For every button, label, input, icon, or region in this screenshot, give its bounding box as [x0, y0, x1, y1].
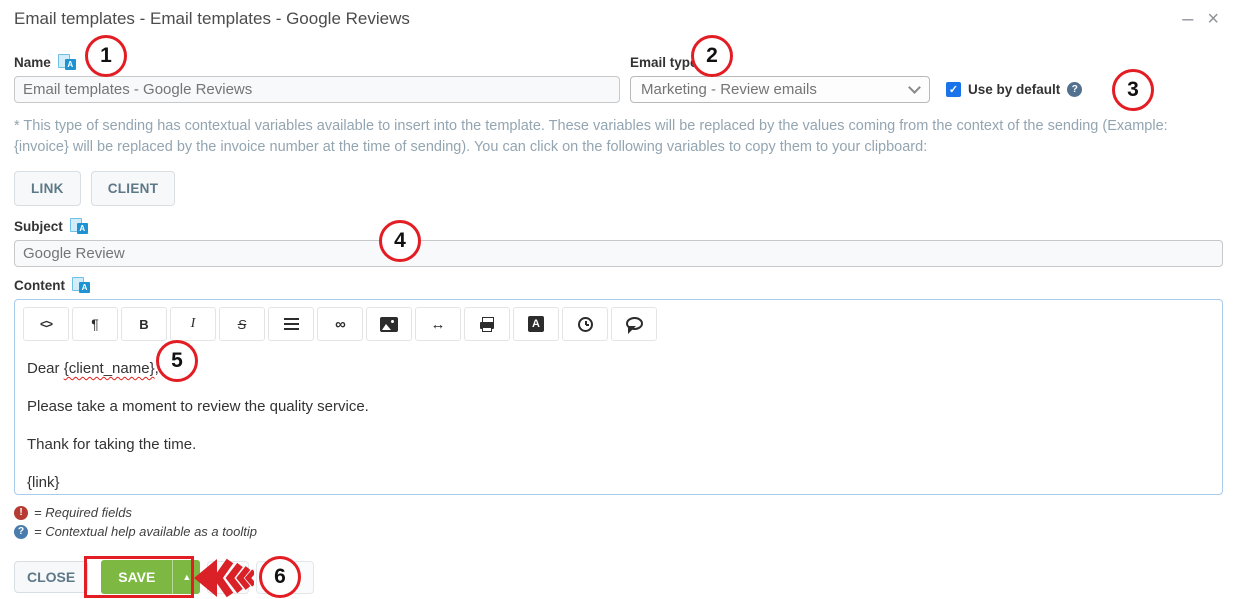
- print-icon: [480, 322, 494, 329]
- annotation-circle-3: 3: [1112, 69, 1154, 111]
- strikethrough-button[interactable]: S: [219, 307, 265, 341]
- email-type-label: Email type: [630, 55, 698, 70]
- content-line: {link}: [27, 473, 1210, 492]
- content-line: Please take a moment to review the quali…: [27, 397, 1210, 416]
- clock-icon: [578, 317, 593, 332]
- print-button[interactable]: [464, 307, 510, 341]
- insert-time-button[interactable]: [562, 307, 608, 341]
- content-editor: <> ¶ B I S ∞ ↔ A Dear {client_name}, Ple…: [14, 299, 1223, 495]
- chevron-down-icon: [908, 81, 921, 94]
- annotation-circle-5: 5: [156, 340, 198, 382]
- insert-image-button[interactable]: [366, 307, 412, 341]
- checkmark-icon: ✓: [949, 83, 958, 96]
- legend-required-text: = Required fields: [34, 505, 132, 520]
- email-type-label-row: Email type: [630, 53, 930, 71]
- close-button[interactable]: CLOSE: [14, 561, 88, 593]
- name-input[interactable]: [14, 76, 620, 103]
- font-color-button[interactable]: A: [513, 307, 559, 341]
- annotation-circle-1: 1: [85, 35, 127, 77]
- name-type-row: Name Email type Marketing - Review email…: [14, 53, 1223, 103]
- horizontal-arrow-icon: ↔: [431, 316, 446, 333]
- content-line: Dear {client_name},: [27, 359, 1210, 378]
- subject-label: Subject: [14, 219, 63, 234]
- translate-icon: [72, 277, 90, 293]
- content-label: Content: [14, 278, 65, 293]
- source-code-button[interactable]: <>: [23, 307, 69, 341]
- legend-help-row: ? = Contextual help available as a toolt…: [14, 524, 257, 539]
- subject-label-row: Subject: [14, 217, 1223, 235]
- subject-input[interactable]: [14, 240, 1223, 267]
- bold-icon: B: [139, 317, 148, 332]
- use-by-default-checkbox[interactable]: ✓: [946, 82, 961, 97]
- italic-button[interactable]: I: [170, 307, 216, 341]
- strikethrough-icon: S: [238, 317, 247, 332]
- horizontal-rule-button[interactable]: ↔: [415, 307, 461, 341]
- editor-toolbar: <> ¶ B I S ∞ ↔ A: [15, 300, 1222, 347]
- required-icon: !: [14, 506, 28, 520]
- minimize-icon[interactable]: –: [1182, 9, 1193, 29]
- unordered-list-icon: [284, 318, 299, 320]
- variable-button-client[interactable]: CLIENT: [91, 171, 176, 206]
- annotation-circle-6: 6: [259, 556, 301, 598]
- insert-link-button[interactable]: ∞: [317, 307, 363, 341]
- variables-note: * This type of sending has contextual va…: [14, 116, 1223, 158]
- paragraph-icon: ¶: [91, 316, 99, 332]
- help-icon: ?: [14, 525, 28, 539]
- content-line: Thank for taking the time.: [27, 435, 1210, 454]
- translate-icon: [58, 54, 76, 70]
- dialog-titlebar: Email templates - Email templates - Goog…: [14, 0, 1223, 35]
- font-color-icon: A: [528, 316, 544, 332]
- italic-icon: I: [191, 316, 196, 332]
- comment-bubble-icon: [626, 317, 643, 330]
- annotation-circle-4: 4: [379, 220, 421, 262]
- help-icon[interactable]: ?: [1067, 82, 1082, 97]
- annotation-circle-2: 2: [691, 35, 733, 77]
- image-icon: [380, 317, 398, 332]
- page-title: Email templates - Email templates - Goog…: [14, 9, 410, 29]
- unordered-list-button[interactable]: [268, 307, 314, 341]
- source-code-icon: <>: [40, 317, 52, 331]
- window-controls: – ×: [1182, 9, 1223, 29]
- template-variable: {client_name}: [64, 360, 155, 377]
- legend-help-text: = Contextual help available as a tooltip: [34, 524, 257, 539]
- legend-required-row: ! = Required fields: [14, 505, 257, 520]
- bold-button[interactable]: B: [121, 307, 167, 341]
- email-type-selected-value: Marketing - Review emails: [641, 81, 817, 98]
- close-icon[interactable]: ×: [1207, 9, 1219, 29]
- translate-icon: [70, 218, 88, 234]
- use-by-default-group: ✓ Use by default ?: [946, 82, 1082, 97]
- annotation-arrow: [194, 557, 254, 599]
- comment-button[interactable]: [611, 307, 657, 341]
- content-label-row: Content: [14, 276, 1223, 294]
- name-label: Name: [14, 55, 51, 70]
- paragraph-button[interactable]: ¶: [72, 307, 118, 341]
- variable-button-link[interactable]: LINK: [14, 171, 81, 206]
- use-by-default-label: Use by default: [968, 82, 1060, 97]
- annotation-rect-save: [84, 556, 194, 598]
- email-type-select[interactable]: Marketing - Review emails: [630, 76, 930, 103]
- link-icon: ∞: [335, 316, 345, 333]
- variable-buttons-row: LINK CLIENT: [14, 171, 1223, 206]
- legend: ! = Required fields ? = Contextual help …: [14, 505, 257, 543]
